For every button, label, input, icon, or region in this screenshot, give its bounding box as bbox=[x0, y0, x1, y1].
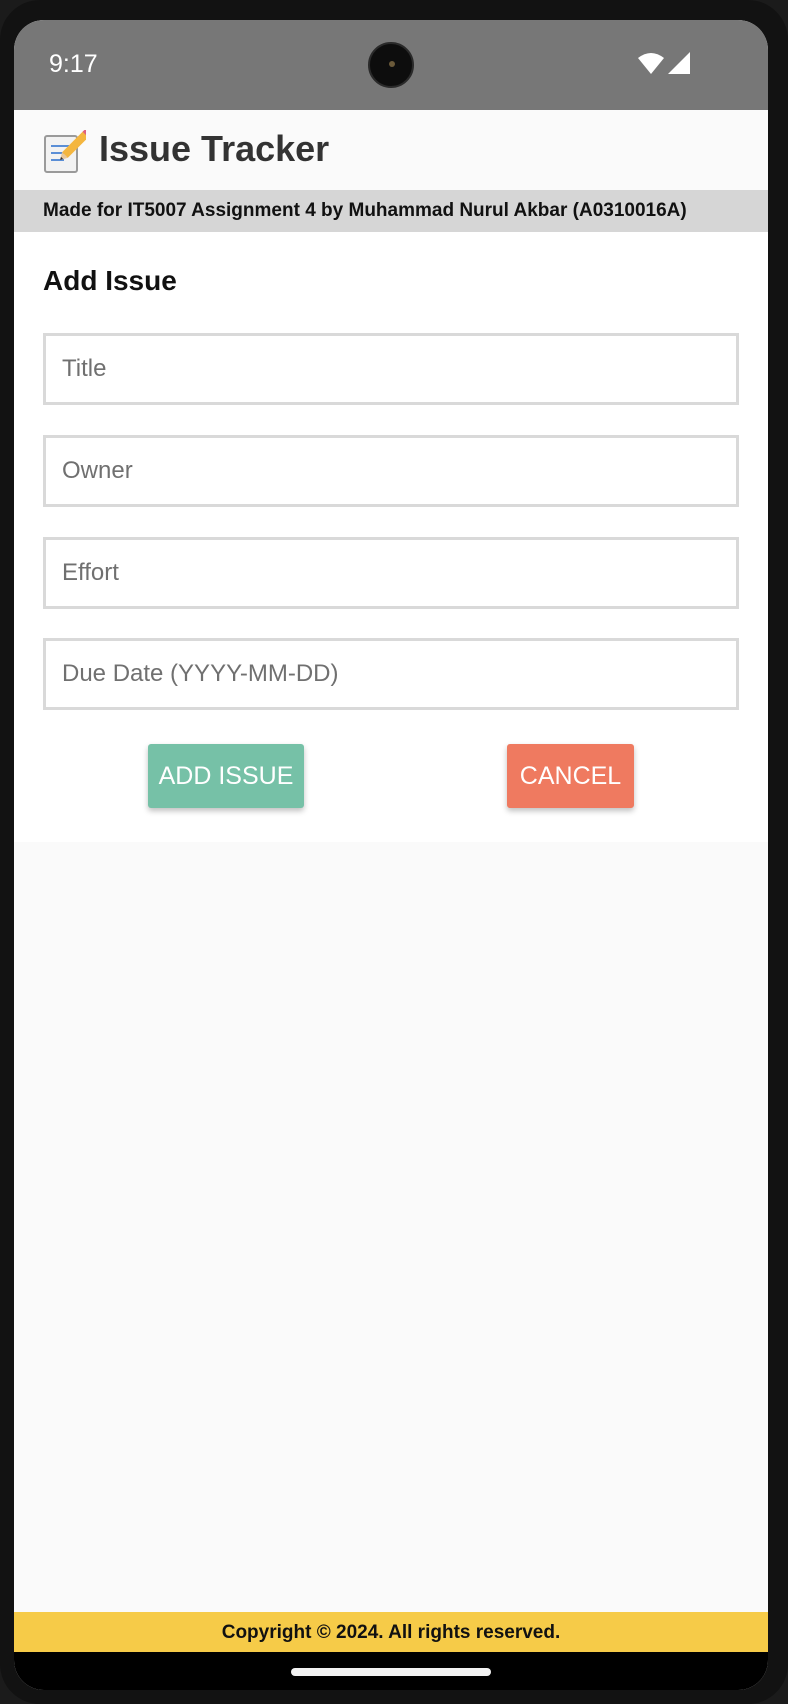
status-icons bbox=[638, 50, 698, 78]
app-title: Issue Tracker bbox=[99, 128, 330, 169]
memo-pencil-icon bbox=[42, 128, 92, 174]
cellular-signal-icon bbox=[668, 52, 690, 74]
cancel-button[interactable]: CANCEL bbox=[507, 744, 634, 808]
wifi-icon bbox=[638, 53, 664, 74]
navigation-bar bbox=[14, 1652, 768, 1690]
owner-input[interactable] bbox=[43, 435, 739, 507]
device-frame: 9:17 Issue Tracker Made for IT5007 Assig… bbox=[0, 0, 788, 1704]
home-indicator[interactable] bbox=[291, 1668, 491, 1676]
due-date-input[interactable] bbox=[43, 638, 739, 710]
form-heading: Add Issue bbox=[43, 265, 177, 296]
app-header: Issue Tracker bbox=[14, 110, 768, 190]
add-issue-form: Add Issue ADD ISSUE CANCEL bbox=[14, 232, 768, 842]
effort-input[interactable] bbox=[43, 537, 739, 609]
screen: 9:17 Issue Tracker Made for IT5007 Assig… bbox=[14, 20, 768, 1690]
credits-text: Made for IT5007 Assignment 4 by Muhammad… bbox=[43, 200, 687, 221]
credits-bar: Made for IT5007 Assignment 4 by Muhammad… bbox=[14, 190, 768, 232]
status-time: 9:17 bbox=[49, 50, 98, 78]
copyright-text: Copyright © 2024. All rights reserved. bbox=[221, 1622, 561, 1643]
status-bar: 9:17 bbox=[14, 20, 768, 110]
footer: Copyright © 2024. All rights reserved. bbox=[14, 1612, 768, 1652]
add-issue-button[interactable]: ADD ISSUE bbox=[148, 744, 304, 808]
title-input[interactable] bbox=[43, 333, 739, 405]
front-camera bbox=[368, 42, 414, 88]
